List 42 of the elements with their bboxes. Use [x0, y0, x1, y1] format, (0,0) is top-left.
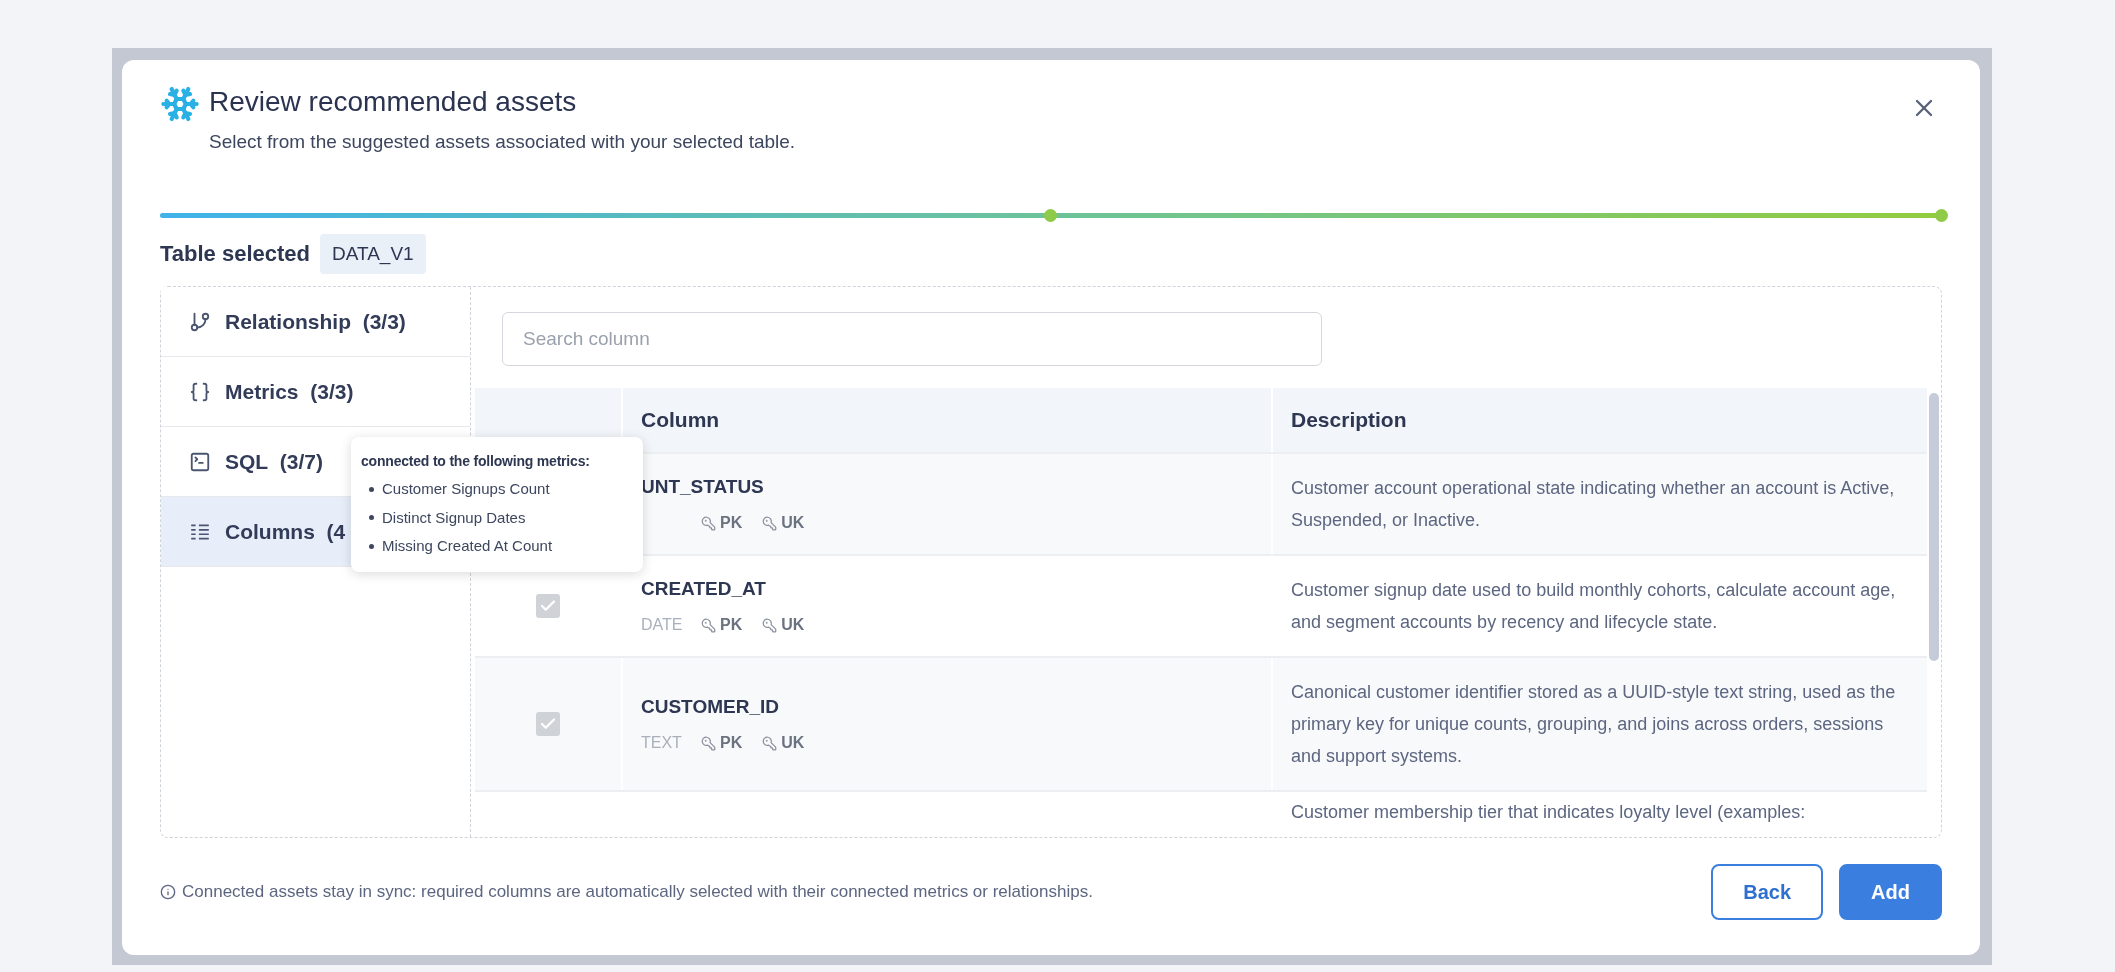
branch-icon [189, 310, 211, 333]
scrollbar-thumb[interactable] [1929, 393, 1939, 661]
sidebar-tab[interactable]: Relationship (3/3) [161, 287, 470, 357]
info-icon [160, 884, 176, 900]
column-name: CREATED_AT [641, 576, 767, 601]
sync-note: Connected assets stay in sync: required columns are automatically selected with their connected metrics or relationships. [182, 881, 1093, 904]
key-label: UK [781, 733, 805, 754]
row-checkbox[interactable] [536, 594, 560, 618]
key-icon [762, 617, 778, 633]
bullet-icon [369, 486, 374, 492]
bullet-icon [369, 543, 374, 549]
column-header: Description [1290, 407, 1408, 434]
key-icon [762, 735, 778, 751]
row-checkbox[interactable] [536, 712, 560, 736]
table-name-tag: DATA_V1 [320, 233, 426, 274]
key-icon [701, 617, 716, 633]
column-name: CUSTOMER_ID [641, 694, 780, 719]
key-icon [701, 515, 716, 531]
dialog-title: Review recommended assets [209, 85, 578, 119]
key-icon [701, 735, 716, 751]
search-field[interactable]: Search column [502, 312, 1322, 366]
key-icon [762, 515, 778, 531]
key-label: PK [720, 615, 743, 636]
bullet-icon [369, 515, 374, 521]
key-label: PK [720, 733, 743, 754]
key-label: UK [781, 513, 805, 534]
back-button[interactable]: Back [1711, 864, 1824, 920]
terminal-icon [189, 450, 211, 473]
column-description: Customer account operational state indicating whether an account is Active, Suspended, or Inactive. [1291, 477, 1896, 532]
snowflake-icon [160, 84, 200, 124]
key-label: PK [720, 513, 743, 534]
column-description: Canonical customer identifier stored as a UUID-style text string, used as the primary key for unique counts, grouping, and joins across orders, sessions and support systems. [1291, 681, 1897, 768]
key-label: UK [781, 615, 805, 636]
column-description: Customer signup date used to build monthly cohorts, calculate account age, and segment accounts by recency and lifecycle state. [1291, 579, 1897, 634]
data-type: TEXT [641, 733, 681, 754]
column-name: UNT_STATUS [641, 474, 765, 499]
table-selected-label: Table selected [160, 240, 310, 269]
function-icon [189, 380, 211, 403]
add-button[interactable]: Add [1839, 864, 1942, 920]
data-type: DATE [641, 615, 681, 636]
dialog-subtitle: Select from the suggested assets associated with your selected table. [209, 130, 797, 154]
column-description: Customer membership tier that indicates loyalty level (examples: [1291, 801, 1806, 824]
